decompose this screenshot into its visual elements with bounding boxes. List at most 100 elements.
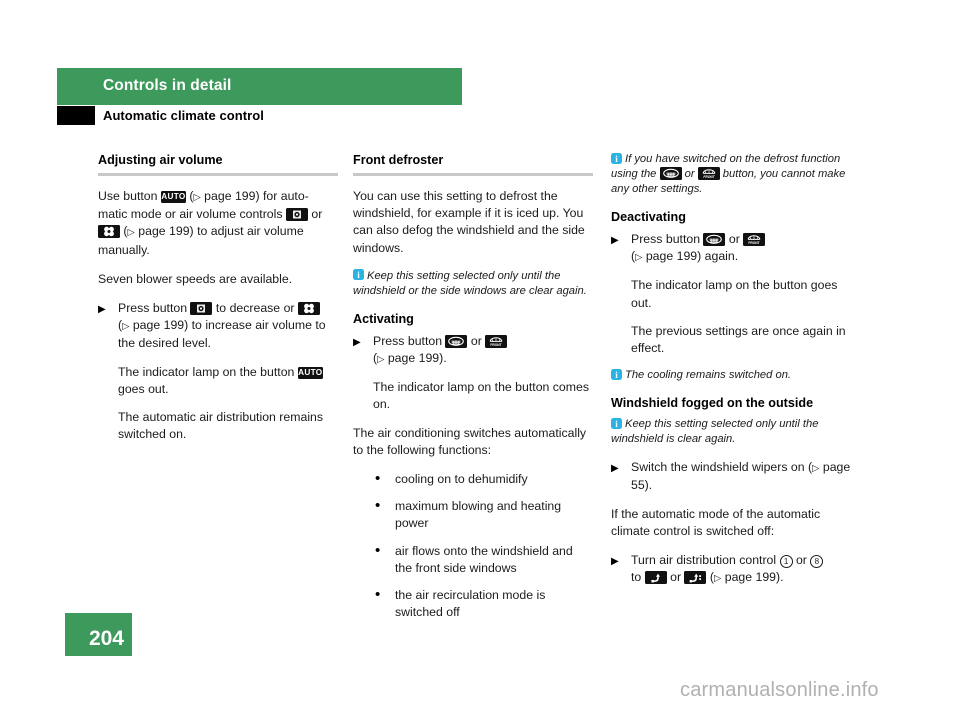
auto-icon: AUTO [160, 191, 186, 203]
page-ref-triangle-icon: ▷ [812, 463, 820, 475]
step-triangle-icon: ▶ [98, 304, 106, 316]
bullet-dot-icon: • [375, 586, 381, 604]
note-keep-setting-windshield-clear: Keep this setting selected only until th… [611, 417, 851, 447]
fan-high-icon [98, 225, 120, 239]
callout-number-1: 1 [779, 555, 793, 569]
text-indicator-lamp: The indicator lamp on the button [118, 364, 295, 379]
step-text: Press button to decrease or (▷ page 199)… [118, 300, 338, 353]
text-press-button: Press button [373, 333, 443, 348]
text-decrease-or: to decrease or [215, 301, 295, 316]
note-text: Keep this setting selected only until th… [611, 418, 819, 446]
heading-rule [98, 173, 338, 176]
note-text-or: or [684, 168, 695, 180]
text-or: or [728, 232, 740, 246]
info-icon [353, 268, 364, 283]
step-triangle-icon: ▶ [611, 463, 619, 475]
note-keep-setting-windshield-sidewindows: Keep this setting selected only until th… [353, 268, 593, 299]
svg-text:FRONT: FRONT [703, 175, 715, 179]
auto-icon: AUTO [297, 366, 323, 379]
rear-defroster-icon [703, 233, 726, 246]
fan-low-icon [285, 208, 308, 222]
step-text: Switch the windshield wipers on (▷ page … [631, 459, 851, 494]
note-defrost-function-limits: If you have switched on the defrost func… [611, 152, 851, 197]
text-press-button: Press button [631, 232, 701, 246]
step-press-defroster-button: ▶ Press button or FRONT (▷ page 199). [353, 333, 593, 368]
text-use-button: Use button [98, 189, 158, 203]
page-number-tab: 204 [65, 613, 132, 656]
step-triangle-icon: ▶ [611, 556, 619, 568]
text-goes-out: goes out. [118, 381, 169, 396]
column-three: If you have switched on the defrost func… [611, 152, 851, 598]
svg-text:FRONT: FRONT [491, 343, 502, 347]
list-item: • maximum blowing and heating power [375, 498, 593, 532]
step-triangle-icon: ▶ [611, 235, 619, 246]
text-or: or [470, 333, 482, 348]
rear-defroster-icon [445, 334, 468, 348]
text-press-button: Press button [118, 301, 188, 316]
watermark: carmanualsonline.info [680, 679, 879, 701]
heading-activating: Activating [353, 311, 414, 326]
text-page-ref-199: page 199). [724, 570, 784, 585]
page-ref-triangle-icon: ▷ [127, 227, 135, 239]
page-ref-triangle-icon: ▷ [193, 192, 201, 203]
step-press-button-decrease: ▶ Press button to decrease or (▷ page 19… [98, 300, 338, 353]
column-one: Adjusting air volume Use button AUTO (▷ … [98, 152, 338, 454]
section-title: Automatic climate control [103, 108, 264, 123]
page-number: 204 [88, 627, 124, 650]
info-icon [611, 152, 622, 167]
heading-adjusting-air-volume: Adjusting air volume [98, 153, 223, 167]
text-page-ref-again: page 199) again. [645, 249, 739, 264]
list-item: • cooling on to dehumidify [375, 470, 593, 488]
page-ref-triangle-icon: ▷ [377, 354, 385, 366]
paragraph-blower-speeds: Seven blower speeds are available. [98, 271, 293, 286]
list-item: • air flows onto the windshield and the … [375, 541, 593, 577]
column-two: Front defroster You can use this setting… [353, 152, 593, 631]
front-defroster-icon: FRONT [485, 334, 508, 348]
svg-text:FRONT: FRONT [749, 241, 760, 245]
rear-defroster-icon [659, 167, 682, 180]
paragraph-indicator-lamp-out: The indicator lamp on the button AUTO go… [118, 364, 338, 398]
text-to: to [631, 570, 642, 585]
text-increase-volume: page 199) to increase air volume to the … [118, 318, 326, 351]
text-turn-air-distribution: Turn air distribution control [631, 553, 777, 568]
fan-low-icon [190, 302, 213, 316]
heading-windshield-fogged-outside: Windshield fogged on the outside [611, 396, 814, 411]
callout-number-8: 8 [810, 555, 824, 569]
paragraph-use-button: Use button AUTO (▷ page 199) for auto-ma… [98, 188, 338, 259]
text-or-1: or [311, 207, 323, 222]
airflow-footwell-icon [644, 571, 667, 585]
note-text: The cooling remains switched on. [625, 369, 792, 382]
bullet-dot-icon: • [375, 470, 381, 488]
paragraph-indicator-goes-out: The indicator lamp on the button goes ou… [631, 278, 838, 310]
list-item: • the air recirculation mode is switched… [375, 586, 593, 621]
heading-deactivating: Deactivating [611, 210, 686, 224]
list-item-label: the air recirculation mode is switched o… [395, 588, 546, 620]
step-text: Press button or FRONT (▷ page 199) again… [631, 231, 851, 266]
bullet-dot-icon: • [375, 541, 381, 559]
text-switch-wipers: Switch the windshield wipers on ( [631, 460, 813, 475]
step-text: Press button or FRONT (▷ page 199). [373, 333, 593, 368]
front-defroster-icon: FRONT [697, 167, 720, 180]
list-item-label: maximum blowing and heating power [395, 499, 562, 531]
info-icon [611, 368, 622, 383]
chapter-title: Controls in detail [103, 77, 232, 94]
text-or-2: or [670, 570, 682, 585]
step-press-defroster-again: ▶ Press button or FRONT (▷ page 199) aga… [611, 231, 851, 266]
page-ref-triangle-icon: ▷ [635, 252, 643, 264]
airflow-dash-footwell-icon [684, 571, 707, 585]
step-turn-air-distribution: ▶ Turn air distribution control 1 or 8 t… [611, 552, 851, 587]
step-text: Turn air distribution control 1 or 8 to … [631, 552, 851, 587]
list-item-label: air flows onto the windshield and the fr… [395, 543, 573, 575]
list-item-label: cooling on to dehumidify [395, 472, 528, 487]
heading-rule [353, 173, 593, 176]
note-cooling-remains-on: The cooling remains switched on. [611, 368, 851, 383]
front-defroster-icon: FRONT [743, 233, 766, 246]
step-triangle-icon: ▶ [353, 336, 361, 348]
paragraph-auto-distribution-remains: The automatic air distribution remains s… [118, 410, 324, 442]
page-ref-triangle-icon: ▷ [122, 321, 130, 333]
page-ref-triangle-icon: ▷ [714, 573, 722, 585]
note-text: Keep this setting selected only until th… [353, 269, 587, 297]
heading-front-defroster: Front defroster [353, 153, 444, 167]
text-page-ref: page 199). [387, 351, 447, 366]
step-switch-wipers-on: ▶ Switch the windshield wipers on (▷ pag… [611, 459, 851, 494]
